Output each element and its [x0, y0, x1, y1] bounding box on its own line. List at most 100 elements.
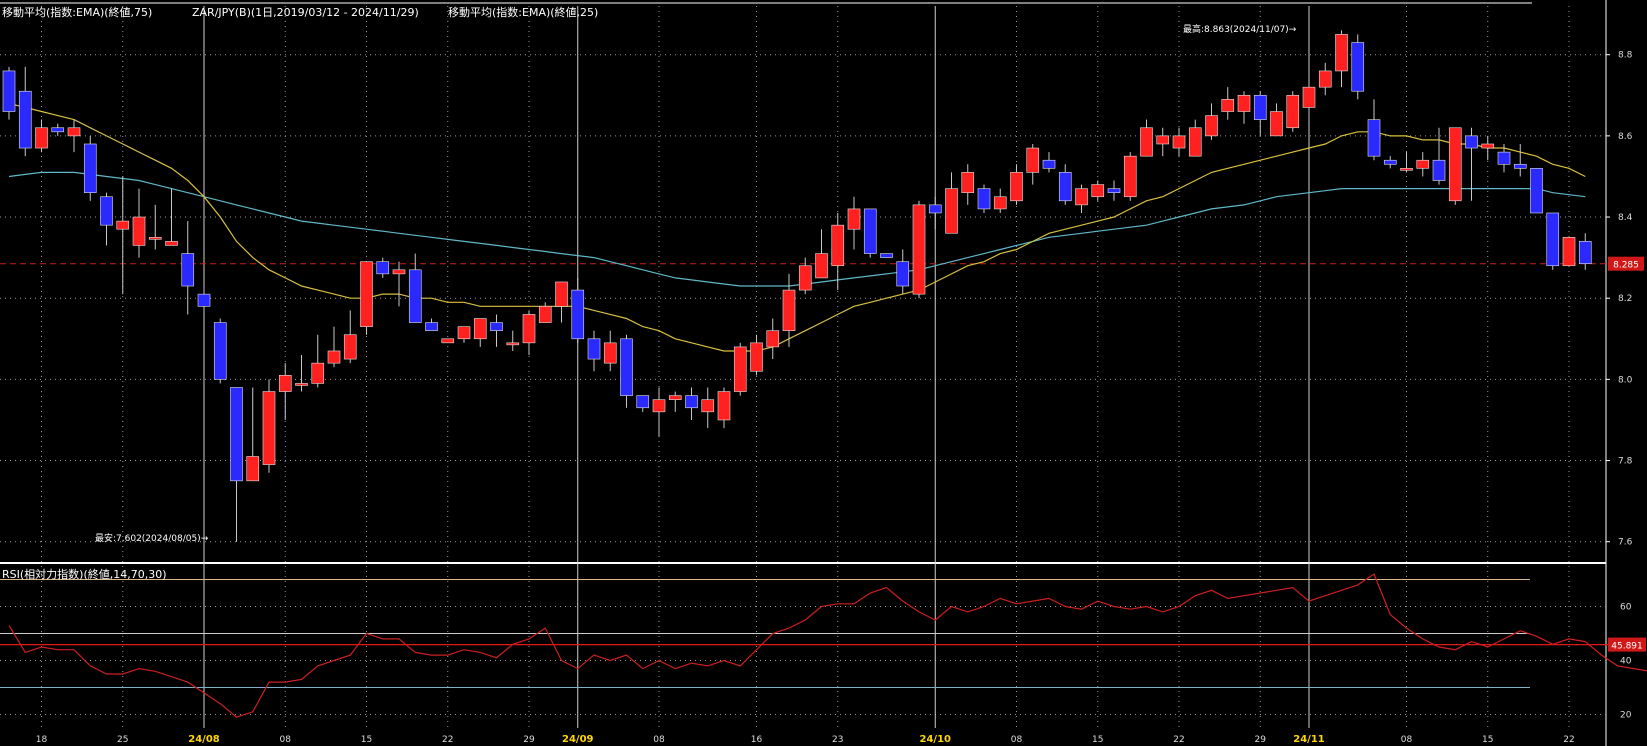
- time-tick-label: 29: [1255, 735, 1267, 745]
- time-tick-label: 08: [280, 735, 292, 745]
- price-tick-label: 8.0: [1618, 375, 1633, 385]
- candle-body: [847, 208, 861, 230]
- candle-body: [1188, 127, 1202, 157]
- candle-body: [571, 289, 585, 340]
- time-tick-label: 08: [653, 735, 665, 745]
- candle-body: [880, 253, 893, 258]
- candle-body: [1513, 163, 1527, 169]
- chart: 7.6 7.8 8.0 8.2 8.4 8.6 8.8 20 40 60 18 25 24/08 08 15…: [0, 0, 1647, 746]
- candle-body: [1546, 212, 1560, 267]
- candle-body: [230, 387, 243, 482]
- candle-body: [246, 456, 260, 482]
- ema75-label: 移動平均(指数:EMA)(終値,75): [2, 5, 152, 19]
- rsi-line: [8, 573, 1647, 718]
- time-tick-label: 18: [36, 735, 48, 745]
- candle-body: [1400, 168, 1413, 171]
- price-tick-label: 8.6: [1618, 132, 1633, 142]
- ema25-label: 移動平均(指数:EMA)(終値,25): [448, 5, 598, 19]
- candle-body: [945, 188, 958, 234]
- time-tick-label: 15: [1482, 735, 1493, 745]
- candle-body: [1091, 184, 1105, 198]
- candle-body: [1351, 42, 1365, 92]
- candle-body: [1123, 155, 1137, 198]
- candle-body: [213, 322, 227, 380]
- rsi-tick-label: 60: [1620, 603, 1632, 613]
- candle-body: [18, 90, 32, 149]
- candle-body: [1237, 94, 1251, 112]
- time-tick-label: 08: [1401, 735, 1413, 745]
- price-panel: [0, 30, 1610, 542]
- candle-body: [896, 261, 910, 287]
- time-tick-label: 24/08: [188, 734, 220, 745]
- candle-body: [1140, 127, 1153, 157]
- candle-body: [1448, 127, 1462, 202]
- candle-body: [100, 196, 113, 226]
- candle-body: [782, 289, 796, 331]
- candle-body: [522, 314, 536, 344]
- candle-body: [2, 70, 16, 112]
- time-tick-label: 16: [751, 735, 763, 745]
- candle-body: [311, 362, 325, 384]
- candle-body: [1156, 135, 1170, 145]
- low-annotation: 最安:7.602(2024/08/05)→: [95, 532, 209, 544]
- candle-body: [51, 127, 65, 133]
- time-tick-label: 24/10: [920, 734, 952, 745]
- candle-body: [1367, 119, 1381, 157]
- candle-body: [1221, 99, 1235, 112]
- time-tick-label: 24/09: [562, 734, 594, 745]
- candle-body: [1286, 94, 1300, 129]
- candle-body: [1432, 159, 1446, 181]
- rsi-tick-label: 40: [1620, 657, 1632, 667]
- candle-body: [392, 269, 406, 275]
- candle-body: [376, 261, 390, 275]
- candle-body: [587, 338, 601, 360]
- candle-body: [473, 318, 487, 340]
- candle-body: [685, 395, 698, 409]
- rsi-tick-label: 20: [1620, 711, 1632, 721]
- candle-body: [343, 334, 357, 360]
- candle-body: [912, 204, 926, 295]
- candle-body: [35, 127, 48, 149]
- axes: 7.6 7.8 8.0 8.2 8.4 8.6 8.8 20 40 60 18 25 24/08 08 15…: [36, 51, 1646, 745]
- candle-body: [977, 188, 991, 210]
- candle-body: [1562, 237, 1576, 267]
- ema25-line: [8, 102, 1586, 352]
- candle-body: [1107, 188, 1121, 193]
- time-tick-label: 15: [1092, 735, 1103, 745]
- candle-body: [928, 204, 942, 214]
- price-tick-label: 8.8: [1618, 51, 1633, 61]
- ema75-line: [8, 171, 1586, 287]
- high-annotation: 最高:8.863(2024/11/07)→: [1183, 23, 1297, 35]
- candle-body: [490, 322, 503, 331]
- candle-body: [278, 375, 292, 392]
- candle-body: [262, 391, 276, 465]
- candle-body: [733, 346, 747, 392]
- candle-body: [506, 342, 520, 346]
- time-tick-label: 22: [442, 735, 453, 745]
- time-tick-label: 24/11: [1293, 734, 1325, 745]
- candle-body: [636, 395, 650, 409]
- candle-body: [1058, 172, 1072, 202]
- candle-body: [408, 269, 422, 323]
- candle-body: [181, 253, 195, 287]
- price-tick-label: 7.8: [1618, 457, 1633, 467]
- candle-body: [863, 208, 877, 254]
- candle-body: [668, 395, 682, 400]
- candle-body: [1253, 94, 1267, 120]
- candle-body: [67, 127, 81, 137]
- candle-body: [652, 399, 666, 413]
- rsi-current-label: 45.891: [1611, 642, 1643, 652]
- candle-body: [1383, 159, 1397, 165]
- candle-body: [295, 383, 308, 386]
- candle-body: [197, 293, 211, 307]
- candle-body: [815, 253, 828, 279]
- candle-body: [1578, 241, 1592, 265]
- time-tick-label: 23: [832, 735, 843, 745]
- candle-body: [1497, 151, 1511, 165]
- candle-body: [798, 265, 812, 291]
- candle-body: [603, 342, 617, 364]
- candle-body: [1481, 143, 1495, 149]
- candle-body: [1172, 135, 1186, 149]
- candle-body: [441, 338, 455, 344]
- candle-body: [116, 220, 130, 230]
